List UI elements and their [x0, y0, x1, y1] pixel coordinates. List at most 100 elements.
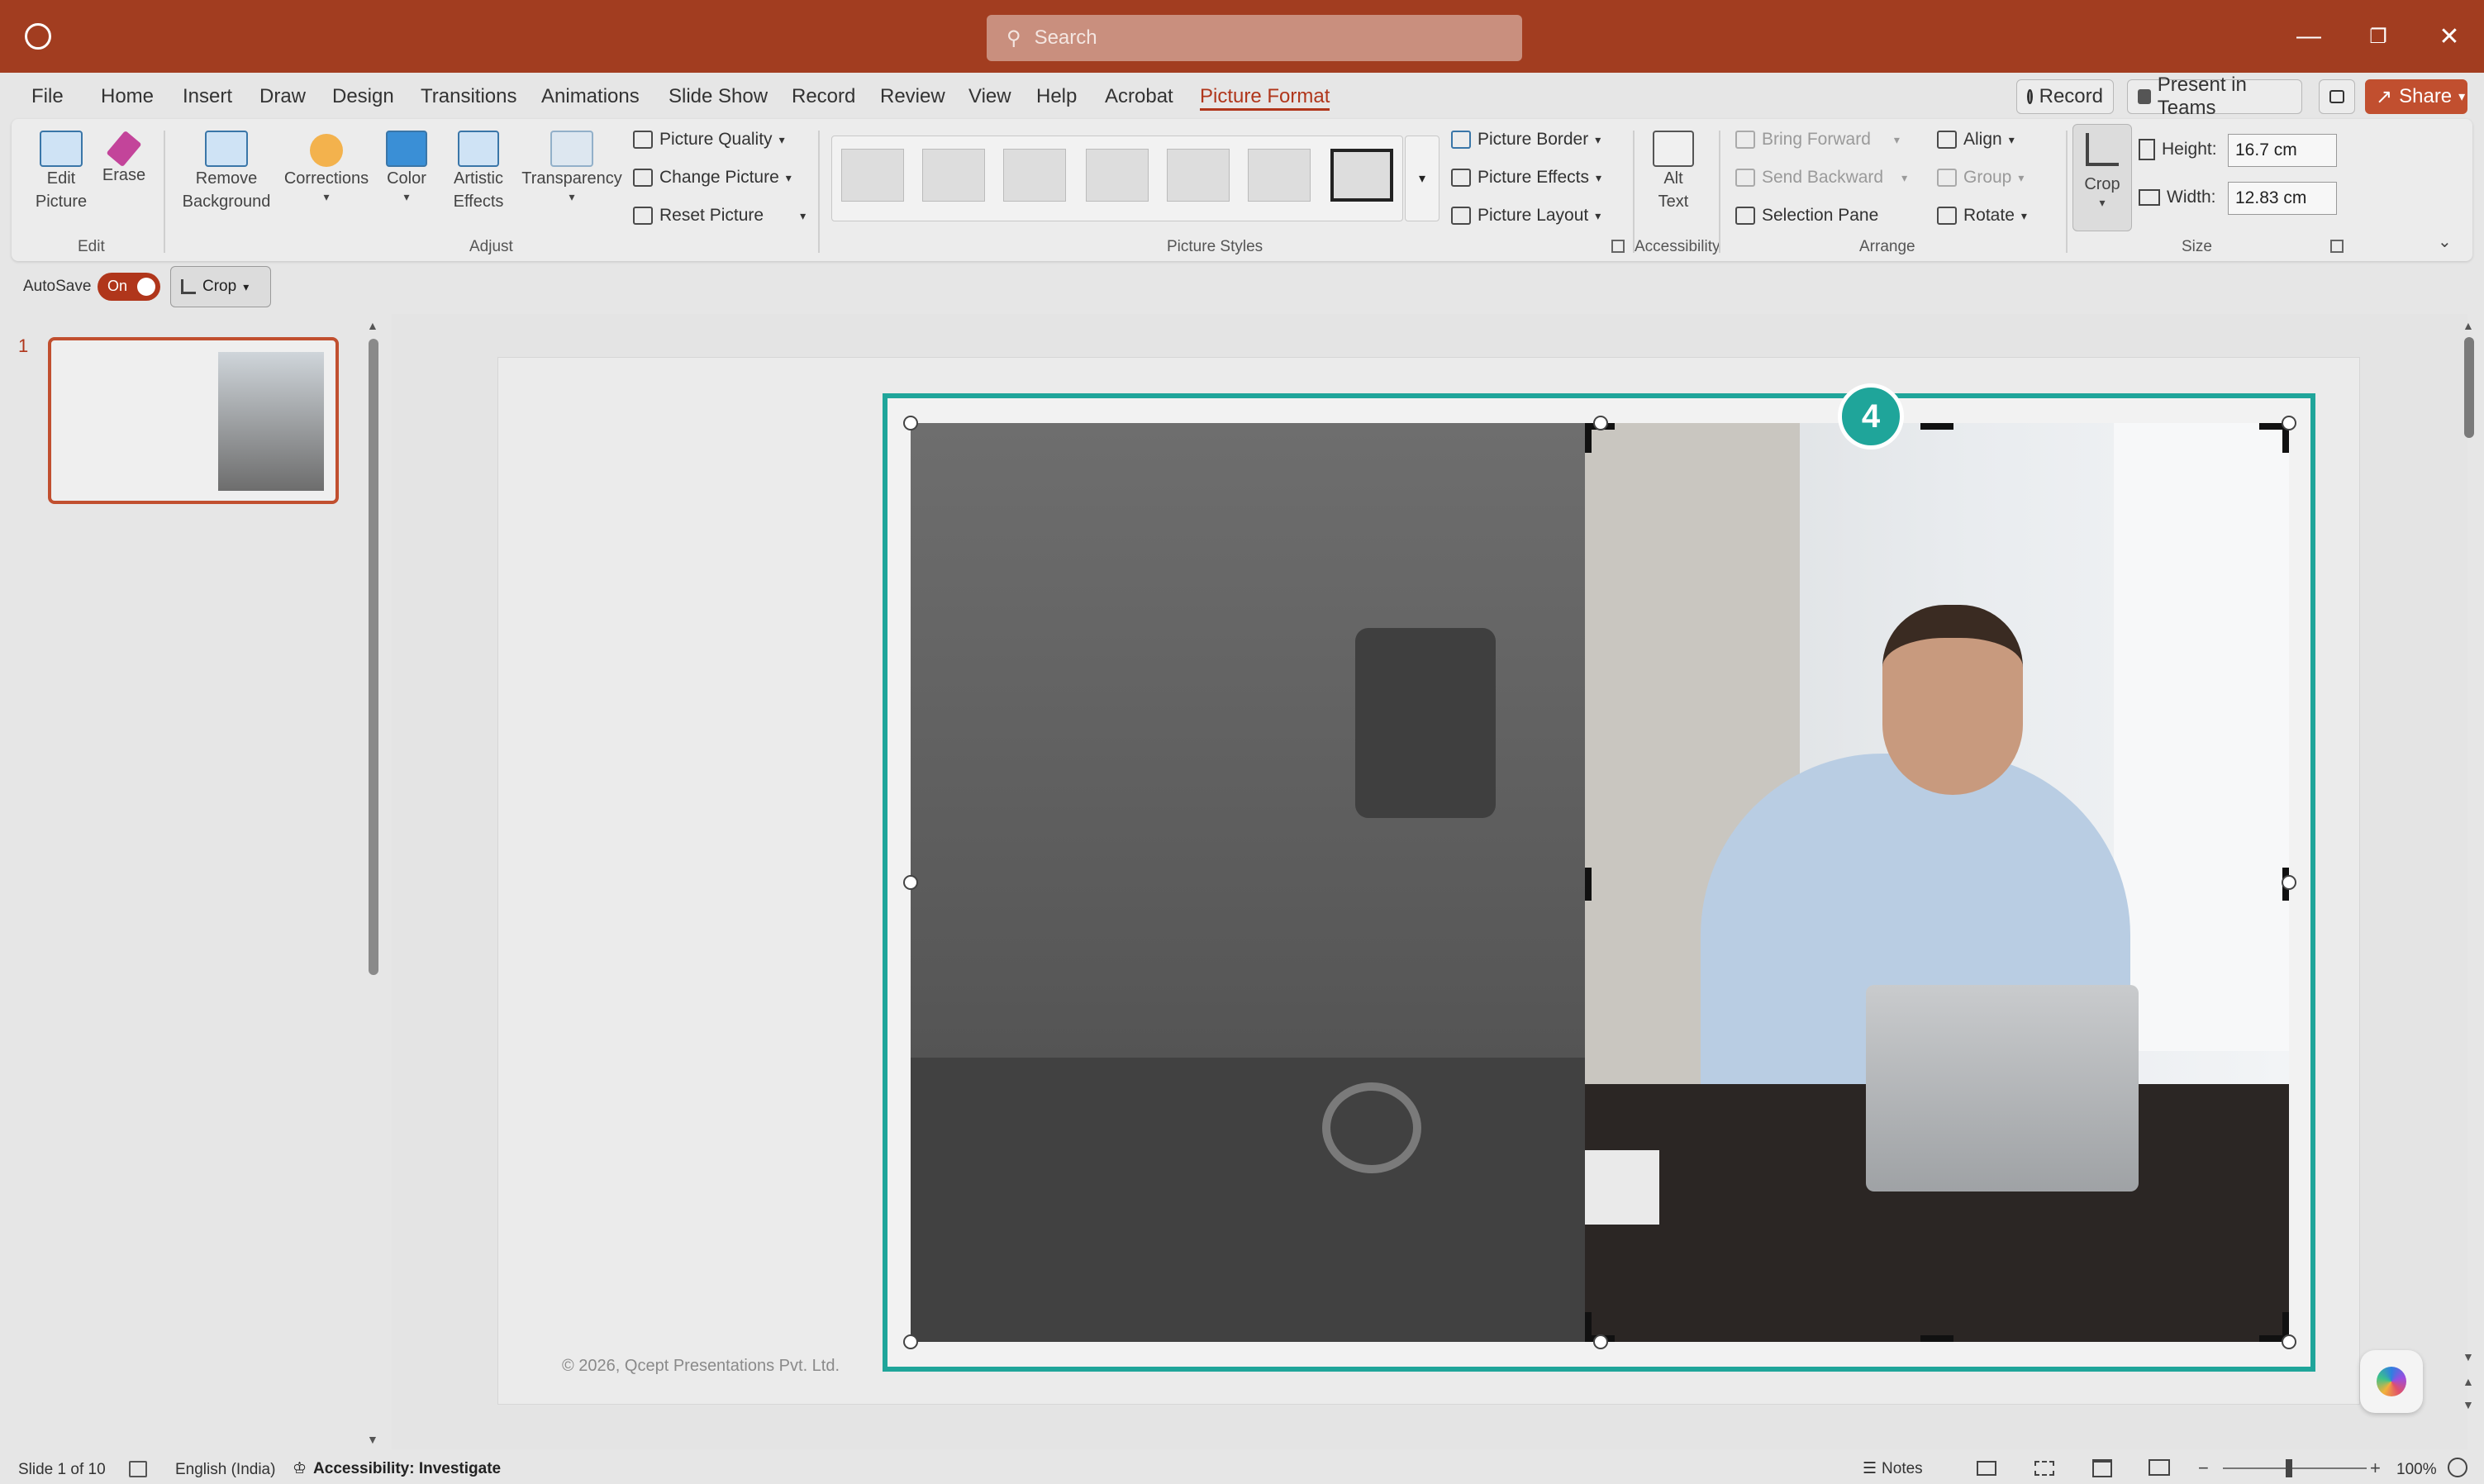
tab-file[interactable]: File: [31, 83, 64, 111]
close-icon[interactable]: ✕: [2429, 17, 2469, 56]
picture-effects-button[interactable]: Picture Effects ▾: [1451, 164, 1601, 192]
height-input[interactable]: 16.7 cm: [2228, 134, 2337, 167]
comments-button[interactable]: [2319, 79, 2355, 114]
erase-button[interactable]: Erase: [98, 130, 150, 226]
crop-handle-left[interactable]: [1585, 868, 1592, 901]
tab-design[interactable]: Design: [332, 83, 394, 111]
width-input[interactable]: 12.83 cm: [2228, 182, 2337, 215]
group-button[interactable]: Group ▾: [1937, 164, 2024, 192]
tab-picture-format[interactable]: Picture Format: [1200, 83, 1330, 111]
resize-handle-bottom[interactable]: [1593, 1334, 1608, 1349]
normal-view-icon[interactable]: [1977, 1461, 1996, 1476]
tab-acrobat[interactable]: Acrobat: [1105, 83, 1173, 111]
resize-handle-right[interactable]: [2282, 875, 2296, 890]
edit-picture-button[interactable]: Edit Picture: [28, 131, 94, 226]
rotate-button[interactable]: Rotate ▾: [1937, 202, 2027, 230]
autosave-toggle[interactable]: On: [98, 273, 160, 301]
previous-slide-icon[interactable]: ▲: [2463, 1375, 2474, 1388]
align-icon: [1937, 131, 1957, 149]
main-scrollbar[interactable]: [2464, 337, 2474, 438]
gallery-more-button[interactable]: ▾: [1405, 136, 1439, 221]
remove-background-button[interactable]: Remove Background: [175, 131, 278, 226]
picture-style-3[interactable]: [1003, 149, 1066, 202]
bring-forward-button[interactable]: Bring Forward ▾: [1735, 126, 1900, 154]
picture-style-4[interactable]: [1086, 149, 1149, 202]
tab-view[interactable]: View: [968, 83, 1011, 111]
crop-handle-top[interactable]: [1920, 423, 1953, 430]
record-button[interactable]: Record: [2016, 79, 2114, 114]
tab-insert[interactable]: Insert: [183, 83, 232, 111]
slide-sorter-icon[interactable]: [2034, 1461, 2054, 1476]
alt-text-button[interactable]: Alt Text: [1644, 131, 1702, 226]
picture-style-1[interactable]: [841, 149, 904, 202]
send-backward-button[interactable]: Send Backward ▾: [1735, 164, 1907, 192]
zoom-slider[interactable]: [2223, 1467, 2367, 1469]
fit-to-window-icon[interactable]: [2448, 1458, 2467, 1477]
share-button[interactable]: ↗ Share ▾: [2365, 79, 2467, 114]
styles-dialog-launcher[interactable]: [1611, 240, 1625, 253]
group-icon: [1937, 169, 1957, 187]
slide-show-icon[interactable]: [2149, 1459, 2170, 1476]
collapse-ribbon-icon[interactable]: ⌄: [2438, 231, 2452, 252]
thumbnail-scrollbar[interactable]: [369, 339, 378, 975]
color-button[interactable]: Color ▾: [378, 131, 435, 226]
corrections-button[interactable]: Corrections ▾: [281, 131, 372, 226]
tab-transitions[interactable]: Transitions: [421, 83, 516, 111]
crop-button[interactable]: Crop ▾: [2072, 124, 2132, 231]
search-box[interactable]: ⚲ Search: [987, 15, 1522, 61]
tab-help[interactable]: Help: [1036, 83, 1077, 111]
picture-style-5[interactable]: [1167, 149, 1230, 202]
picture[interactable]: [1585, 423, 2289, 1342]
align-button[interactable]: Align ▾: [1937, 126, 2015, 154]
crop-handle-top-left[interactable]: [1585, 423, 1592, 453]
tab-draw[interactable]: Draw: [259, 83, 306, 111]
change-picture-button[interactable]: Change Picture ▾: [633, 164, 792, 192]
size-dialog-launcher[interactable]: [2330, 240, 2344, 253]
tab-slide-show[interactable]: Slide Show: [669, 83, 768, 111]
resize-handle-top-right[interactable]: [2282, 416, 2296, 430]
present-in-teams-button[interactable]: Present in Teams: [2127, 74, 2302, 119]
scroll-up-icon[interactable]: ▲: [367, 319, 378, 332]
picture-style-7[interactable]: [1330, 149, 1393, 202]
language-status[interactable]: English (India): [175, 1461, 275, 1479]
zoom-out-icon[interactable]: −: [2198, 1458, 2209, 1479]
minimize-icon[interactable]: —: [2289, 17, 2329, 56]
reset-picture-button[interactable]: Reset Picture ▾: [633, 202, 806, 230]
tab-home[interactable]: Home: [101, 83, 154, 111]
resize-handle-left[interactable]: [903, 875, 918, 890]
reading-view-icon[interactable]: [2092, 1459, 2112, 1477]
crop-handle-bottom[interactable]: [1920, 1335, 1953, 1342]
tab-animations[interactable]: Animations: [541, 83, 640, 111]
picture-border-button[interactable]: Picture Border ▾: [1451, 126, 1601, 154]
tab-record[interactable]: Record: [792, 83, 855, 111]
crop-handle-bottom-left[interactable]: [1585, 1312, 1592, 1342]
scroll-up-icon[interactable]: ▲: [2463, 319, 2474, 332]
picture-layout-button[interactable]: Picture Layout ▾: [1451, 202, 1601, 230]
picture-quality-button[interactable]: Picture Quality ▾: [633, 126, 785, 154]
resize-handle-bottom-right[interactable]: [2282, 1334, 2296, 1349]
restore-icon[interactable]: ❐: [2358, 17, 2398, 56]
resize-handle-bottom-left[interactable]: [903, 1334, 918, 1349]
spelling-icon[interactable]: [129, 1461, 147, 1477]
resize-handle-top[interactable]: [1593, 416, 1608, 430]
tab-review[interactable]: Review: [880, 83, 945, 111]
next-slide-icon[interactable]: ▼: [2463, 1398, 2474, 1411]
scroll-down-icon[interactable]: ▼: [367, 1433, 378, 1446]
zoom-in-icon[interactable]: +: [2370, 1458, 2381, 1479]
chevron-down-icon: ▾: [1595, 208, 1601, 222]
selection-pane-button[interactable]: Selection Pane: [1735, 202, 1878, 230]
app-icon[interactable]: [25, 23, 51, 50]
accessibility-status[interactable]: ♔ Accessibility: Investigate: [293, 1459, 501, 1478]
zoom-slider-thumb[interactable]: [2286, 1459, 2292, 1477]
zoom-level[interactable]: 100%: [2396, 1461, 2437, 1479]
notes-button[interactable]: ☰ Notes: [1863, 1459, 1923, 1478]
transparency-button[interactable]: Transparency ▾: [519, 131, 625, 226]
resize-handle-top-left[interactable]: [903, 416, 918, 430]
qat-crop-button[interactable]: Crop ▾: [170, 266, 271, 307]
picture-style-6[interactable]: [1248, 149, 1311, 202]
copilot-button[interactable]: [2360, 1350, 2423, 1413]
picture-style-2[interactable]: [922, 149, 985, 202]
slide-thumbnail-1[interactable]: [48, 337, 339, 504]
artistic-effects-button[interactable]: Artistic Effects: [443, 131, 514, 226]
scroll-down-icon[interactable]: ▼: [2463, 1350, 2474, 1363]
